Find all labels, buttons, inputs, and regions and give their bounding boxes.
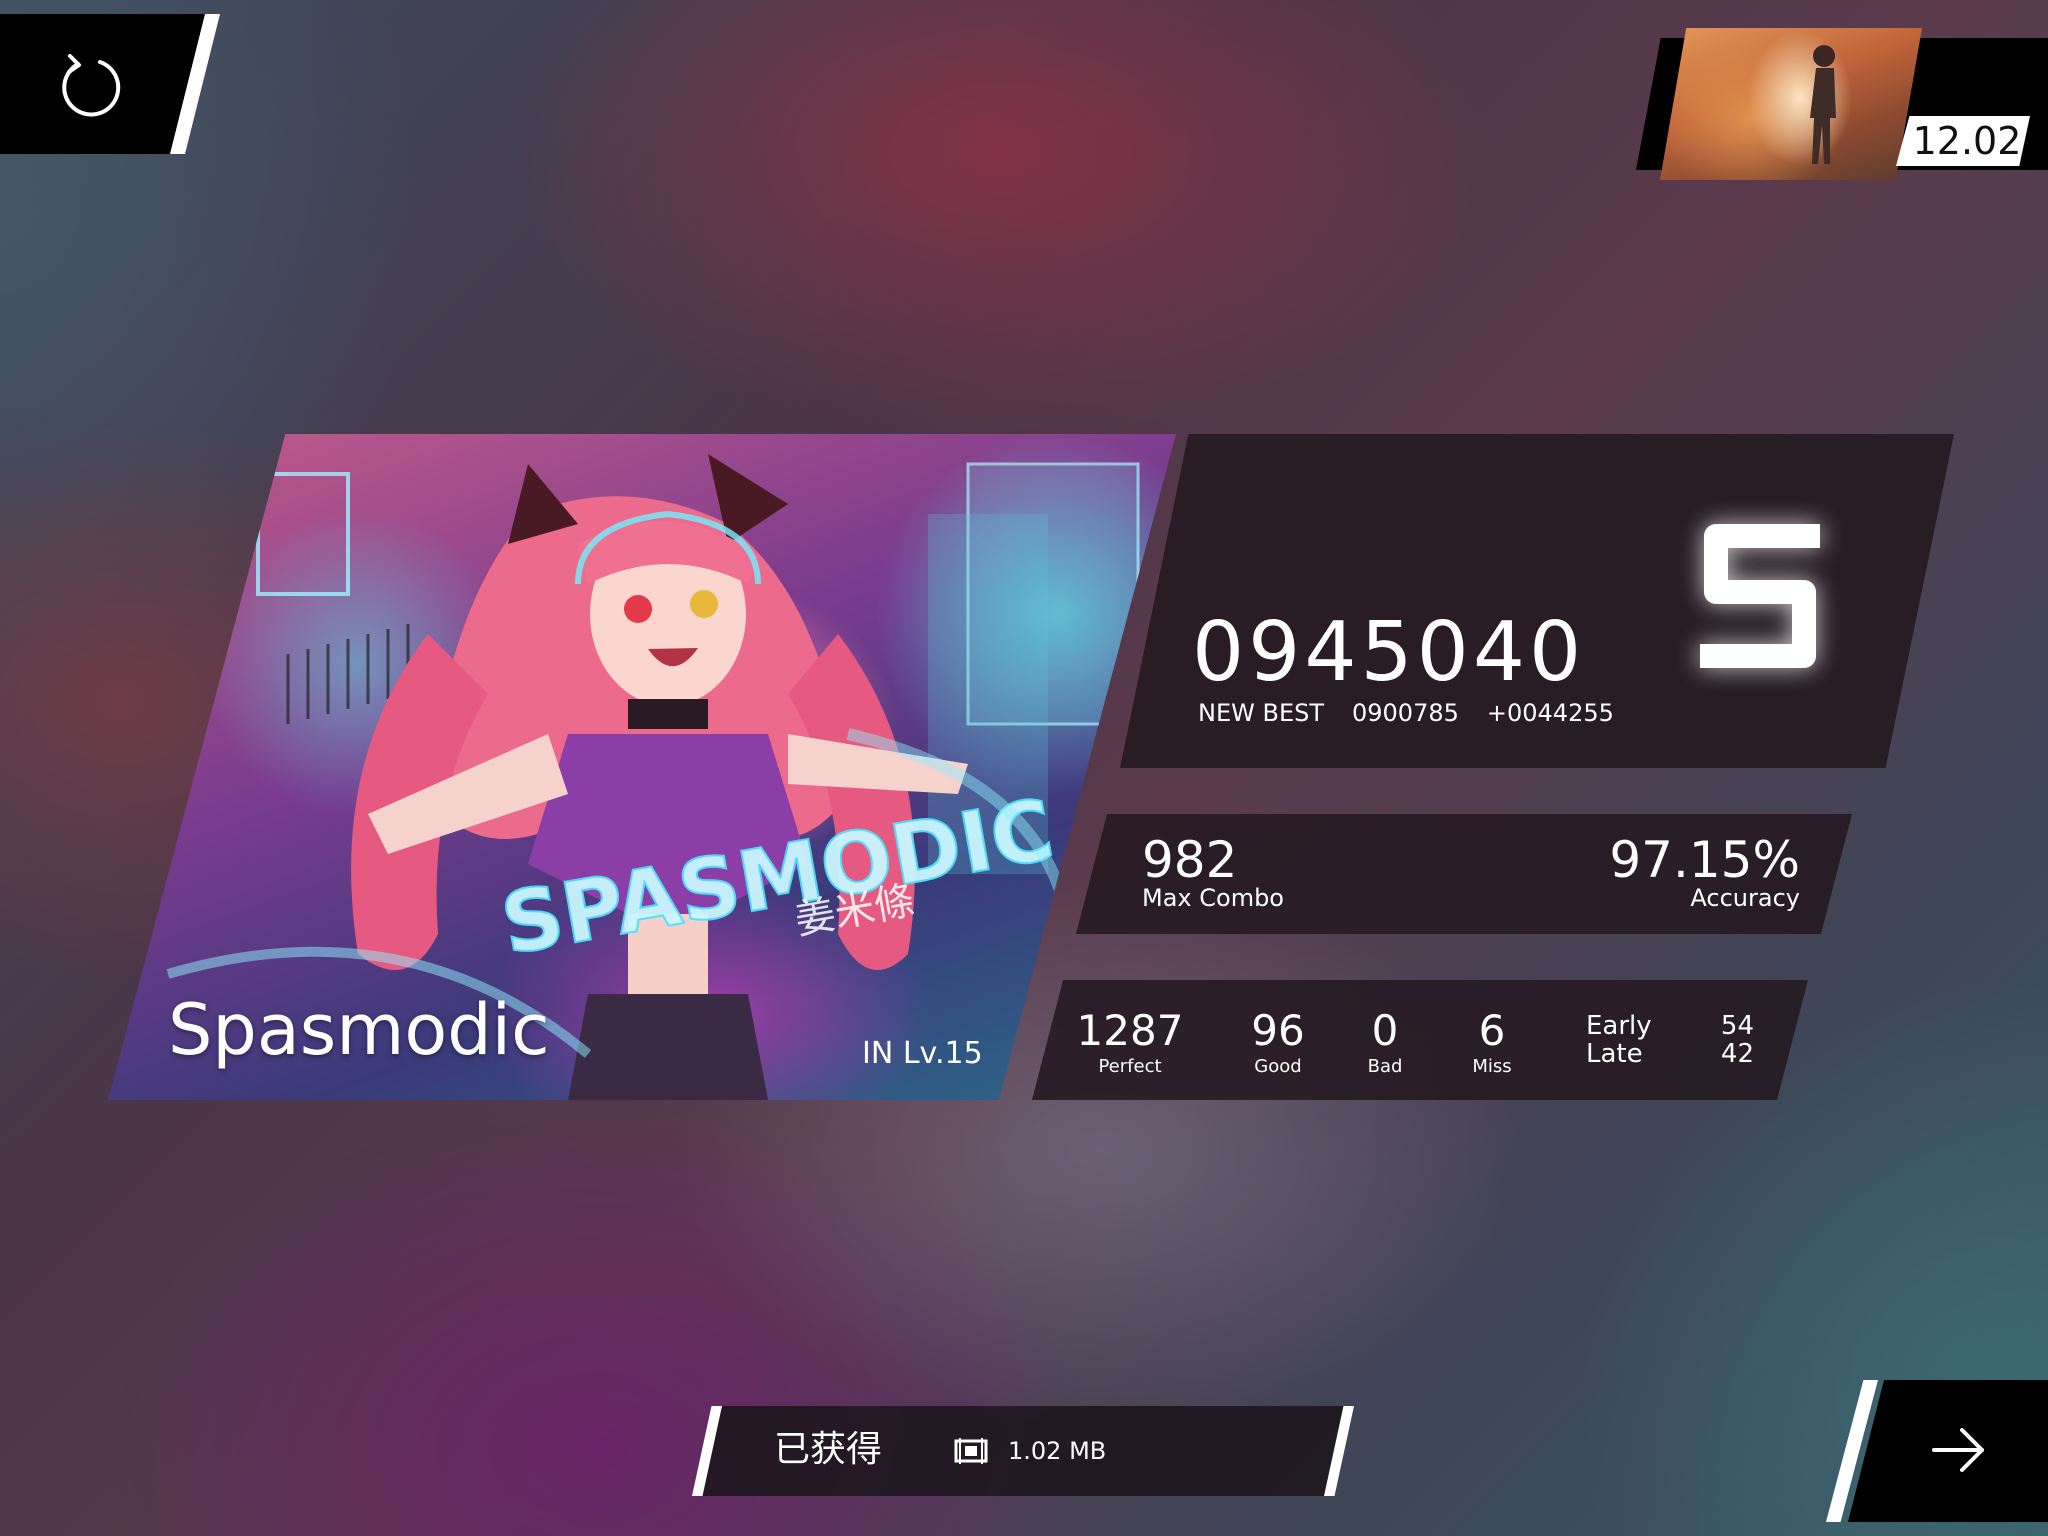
early-label: Early [1586, 1011, 1652, 1041]
difficulty-level: Lv.15 [902, 1036, 983, 1071]
max-combo-value: 982 [1142, 831, 1238, 889]
early-late-values: 54 42 [1700, 1012, 1754, 1068]
avatar[interactable] [1660, 28, 1922, 180]
song-title: Spasmodic [168, 989, 550, 1071]
download-status-text: 已获得 [774, 1429, 883, 1470]
accuracy-label: Accuracy [1690, 884, 1800, 912]
bad-label: Bad [1367, 1056, 1403, 1077]
perfect-count: 1287 [1076, 1006, 1184, 1055]
bad-count: 0 [1371, 1006, 1399, 1055]
new-best-label: NEW BEST [1198, 699, 1324, 727]
accuracy-value: 97.15% [1609, 831, 1800, 889]
early-count: 54 [1720, 1011, 1754, 1041]
rks-value: 12.02 [1912, 119, 2022, 163]
good-count: 96 [1251, 1006, 1305, 1055]
difficulty-label: IN [862, 1036, 894, 1071]
perfect-label: Perfect [1098, 1056, 1162, 1077]
score-comparison: NEW BEST 0900785 +0044255 [1198, 698, 1614, 728]
grade-s-icon [1700, 524, 1820, 668]
score-value: 0945040 [1192, 605, 1586, 700]
arrow-right-icon[interactable] [1928, 1420, 1988, 1480]
download-size: 1.02 MB [1008, 1437, 1107, 1465]
avatar-figure [1810, 45, 1836, 164]
judgement-miss: 6 Miss [1432, 1006, 1552, 1078]
miss-count: 6 [1478, 1006, 1506, 1055]
late-label: Late [1586, 1039, 1643, 1069]
late-count: 42 [1720, 1039, 1754, 1069]
miss-label: Miss [1472, 1056, 1512, 1077]
judgement-good: 96 Good [1218, 1006, 1338, 1078]
max-combo-label: Max Combo [1142, 884, 1284, 912]
retry-icon[interactable] [52, 50, 126, 124]
song-difficulty: IN Lv.15 [862, 1036, 983, 1072]
judgement-perfect: 1287 Perfect [1070, 1006, 1190, 1078]
chip-icon [954, 1438, 988, 1464]
judgement-bad: 0 Bad [1325, 1006, 1445, 1078]
good-label: Good [1254, 1056, 1302, 1077]
early-late-labels: Early Late [1586, 1012, 1652, 1068]
score-improvement: +0044255 [1486, 699, 1614, 727]
previous-best-score: 0900785 [1352, 699, 1459, 727]
